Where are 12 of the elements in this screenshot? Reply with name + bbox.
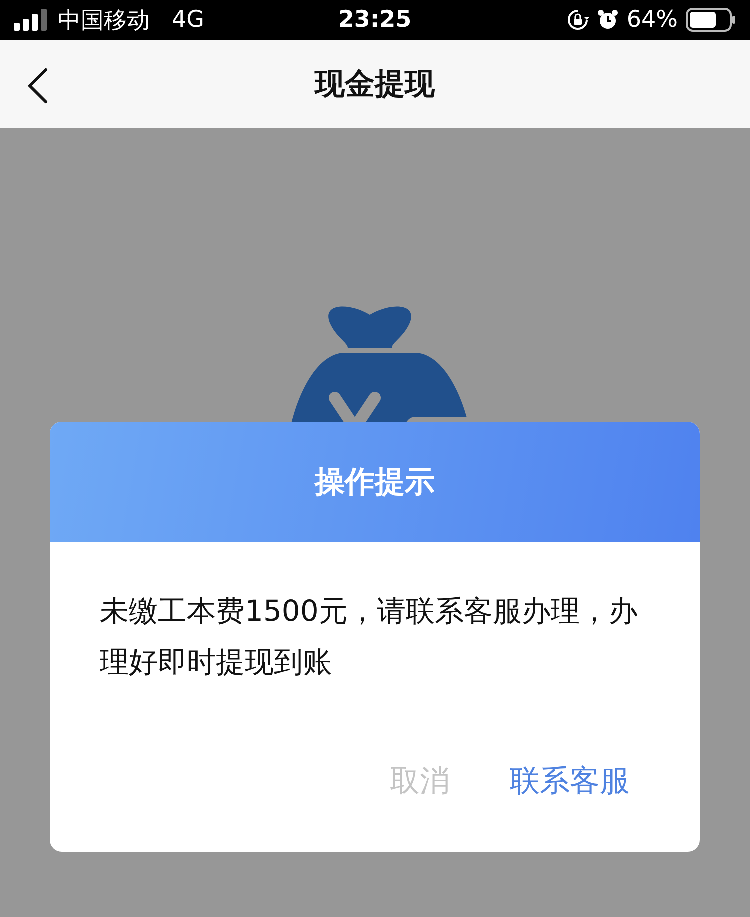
network-type: 4G <box>172 7 204 33</box>
contact-service-button[interactable]: 联系客服 <box>500 755 640 808</box>
alarm-icon <box>596 9 619 31</box>
signal-icon <box>14 9 48 31</box>
dialog-message: 未缴工本费1500元，请联系客服办理，办理好即时提现到账 <box>100 593 639 681</box>
page-title: 现金提现 <box>315 66 435 104</box>
dialog-title: 操作提示 <box>315 464 435 502</box>
rotation-lock-icon <box>566 9 589 31</box>
battery-icon <box>686 8 736 32</box>
battery-percent: 64% <box>626 7 678 33</box>
carrier-name: 中国移动 <box>58 6 150 36</box>
clock-time: 23:25 <box>338 7 412 33</box>
